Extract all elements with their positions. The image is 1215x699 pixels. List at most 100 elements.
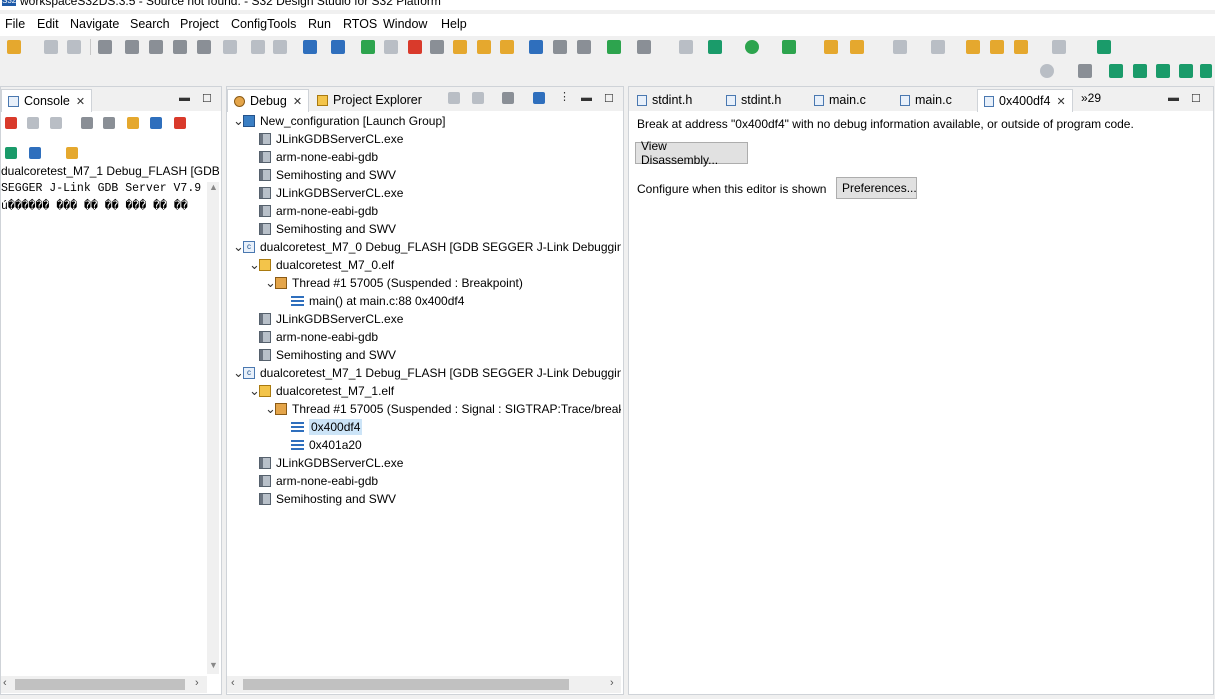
close-icon[interactable]: ✕ (293, 95, 302, 108)
resume-icon[interactable] (361, 40, 375, 54)
preferences-button[interactable]: Preferences... (836, 177, 917, 199)
search-icon[interactable] (1040, 64, 1054, 78)
debug-tree-item[interactable]: 0x401a20 (281, 436, 362, 454)
debug-tree-item[interactable]: arm-none-eabi-gdb (249, 202, 378, 220)
open-console-icon[interactable] (66, 147, 78, 159)
minimize-icon[interactable]: ▬ (581, 92, 592, 104)
menu-file[interactable]: File (5, 17, 25, 31)
launch-tools-icon[interactable] (850, 40, 864, 54)
menu-project[interactable]: Project (180, 17, 219, 31)
menu-edit[interactable]: Edit (37, 17, 59, 31)
remove-icon[interactable] (331, 40, 345, 54)
tab-main-c-1[interactable]: main.c (808, 89, 872, 111)
maximize-icon[interactable]: ☐ (202, 92, 212, 105)
scroll-lock-icon[interactable] (103, 117, 115, 129)
menu-help[interactable]: Help (441, 17, 467, 31)
terminate-icon[interactable] (5, 117, 17, 129)
perspective-chip-icon[interactable] (1133, 64, 1147, 78)
redo-icon[interactable] (273, 40, 287, 54)
tab-address-editor[interactable]: 0x400df4 ✕ (977, 89, 1073, 112)
expand-toggle-icon[interactable]: ⌄ (249, 258, 260, 271)
debug-tree-item[interactable]: ⌄ c dualcoretest_M7_1 Debug_FLASH [GDB SEG… (233, 364, 621, 382)
instruction-stepping-icon[interactable] (533, 92, 545, 104)
perspective-pins-icon[interactable] (1156, 64, 1170, 78)
remove-terminated-icon[interactable] (472, 92, 484, 104)
back-icon[interactable] (1014, 40, 1028, 54)
debug-icon[interactable] (708, 40, 722, 54)
step-return-icon[interactable] (500, 40, 514, 54)
debug-tree-item[interactable]: arm-none-eabi-gdb (249, 472, 378, 490)
terminate-icon[interactable] (408, 40, 422, 54)
debug-tree-item[interactable]: JLinkGDBServerCL.exe (249, 310, 403, 328)
restart-icon[interactable] (607, 40, 621, 54)
debug-tree-item[interactable]: Semihosting and SWV (249, 166, 396, 184)
minimize-icon[interactable]: ▬ (179, 92, 190, 104)
use-step-filters-icon[interactable] (577, 40, 591, 54)
maximize-icon[interactable]: ☐ (604, 92, 614, 105)
display-console-icon[interactable] (29, 147, 41, 159)
new-icon[interactable] (7, 40, 21, 54)
view-disassembly-button[interactable]: View Disassembly... (635, 139, 748, 167)
clean-icon[interactable] (149, 40, 163, 54)
suspend-icon[interactable] (384, 40, 398, 54)
console-icon[interactable] (303, 40, 317, 54)
close-icon[interactable]: ✕ (1056, 95, 1065, 108)
perspective-c-icon[interactable] (1109, 64, 1123, 78)
debug-tree-item[interactable]: 0x400df4 (281, 418, 363, 436)
pin-console-icon[interactable] (5, 147, 17, 159)
memory-icon[interactable] (637, 40, 651, 54)
menu-navigate[interactable]: Navigate (70, 17, 119, 31)
clear-console-icon[interactable] (81, 117, 93, 129)
open-file-icon[interactable] (223, 40, 237, 54)
debug-tree-item[interactable]: main() at main.c:88 0x400df4 (281, 292, 464, 310)
run-icon[interactable] (745, 40, 759, 54)
remove-all-icon[interactable] (50, 117, 62, 129)
debug-tree-item[interactable]: Semihosting and SWV (249, 490, 396, 508)
debug-tree-item[interactable]: Semihosting and SWV (249, 346, 396, 364)
forward-icon[interactable] (1052, 40, 1066, 54)
view-menu-icon[interactable]: ⋮ (559, 90, 570, 103)
import-icon[interactable] (173, 40, 187, 54)
show-stderr-icon[interactable] (174, 117, 186, 129)
build-all-icon[interactable] (125, 40, 139, 54)
debug-options-icon[interactable] (502, 92, 514, 104)
drop-to-frame-icon[interactable] (553, 40, 567, 54)
tab-main-c-2[interactable]: main.c (894, 89, 958, 111)
tab-console[interactable]: Console ✕ (1, 89, 93, 112)
debug-tree-item[interactable]: ⌄ Thread #1 57005 (Suspended : Breakpoint… (265, 274, 523, 292)
debug-tree-item[interactable]: arm-none-eabi-gdb (249, 148, 378, 166)
pin-editor-icon[interactable] (1097, 40, 1111, 54)
last-edit-icon[interactable] (966, 40, 980, 54)
save-icon[interactable] (44, 40, 58, 54)
next-annotation-icon[interactable] (893, 40, 907, 54)
save-all-icon[interactable] (67, 40, 81, 54)
debug-tree-item[interactable]: ⌄ dualcoretest_M7_0.elf (249, 256, 394, 274)
tab-stdint-h-2[interactable]: stdint.h (720, 89, 787, 111)
debug-tree-item[interactable]: Semihosting and SWV (249, 220, 396, 238)
expand-toggle-icon[interactable]: ⌄ (233, 240, 244, 253)
minimize-icon[interactable]: ▬ (1168, 92, 1179, 104)
word-wrap-icon[interactable] (127, 117, 139, 129)
perspective-debug-icon[interactable] (1200, 64, 1212, 78)
tab-project-explorer[interactable]: Project Explorer (311, 89, 428, 111)
expand-toggle-icon[interactable]: ⌄ (265, 276, 276, 289)
close-icon[interactable]: ✕ (76, 95, 85, 108)
debug-tree-item[interactable]: JLinkGDBServerCL.exe (249, 454, 403, 472)
menu-configtools[interactable]: ConfigTools (231, 17, 296, 31)
tab-stdint-h-1[interactable]: stdint.h (631, 89, 698, 111)
undo-icon[interactable] (251, 40, 265, 54)
console-hscrollbar[interactable]: ‹ › (1, 676, 207, 693)
expand-toggle-icon[interactable]: ⌄ (249, 384, 260, 397)
debug-tree-item[interactable]: JLinkGDBServerCL.exe (249, 130, 403, 148)
toggle-breakpoint-icon[interactable] (679, 40, 693, 54)
debug-tree-item[interactable]: ⌄ New_configuration [Launch Group] (233, 112, 445, 130)
perspective-probe-icon[interactable] (1179, 64, 1193, 78)
menu-rtos[interactable]: RTOS (343, 17, 377, 31)
build-icon[interactable] (98, 40, 112, 54)
expand-toggle-icon[interactable]: ⌄ (233, 114, 244, 127)
expand-toggle-icon[interactable]: ⌄ (233, 366, 244, 379)
tab-debug[interactable]: Debug ✕ (227, 89, 310, 112)
remove-launch-icon[interactable] (27, 117, 39, 129)
menu-search[interactable]: Search (130, 17, 170, 31)
debug-hscrollbar[interactable]: ‹ › (227, 676, 621, 693)
